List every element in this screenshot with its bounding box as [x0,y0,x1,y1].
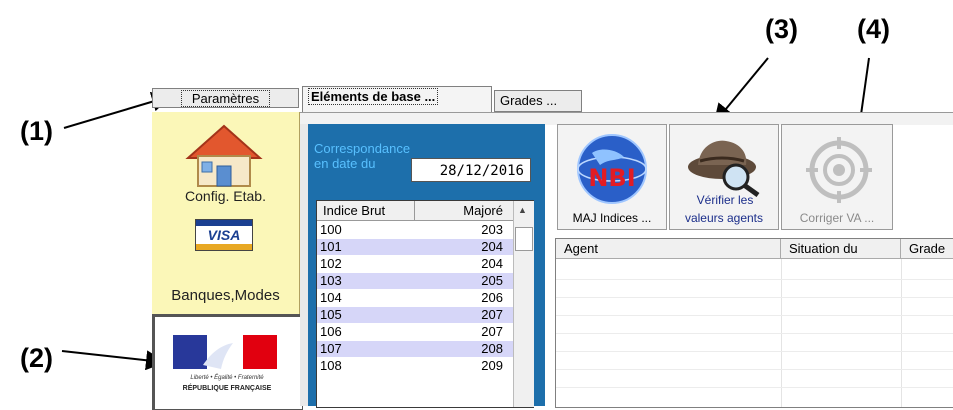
indice-brut-cell: 106 [320,324,342,339]
table-row[interactable]: 102 204 [317,256,513,272]
correspondance-label-2: en date du [314,156,376,171]
banques-modes-label: Banques,Modes [171,287,280,304]
verifier-valeurs-agents-button[interactable]: Vérifier les valeurs agents [669,124,779,230]
majore-cell: 207 [481,324,503,339]
rf-motto: Liberté • Égalité • Fraternité [190,375,264,381]
indice-brut-cell: 104 [320,290,342,305]
target-icon [806,137,872,203]
tab-grades-label: Grades ... [500,93,558,108]
grid-line [556,387,953,388]
tab-elements-de-base[interactable]: Eléments de base ... [302,86,492,112]
tab-elements-de-base-label: Eléments de base ... [308,88,439,105]
indice-brut-cell: 107 [320,341,342,356]
config-etab-button[interactable] [184,122,264,188]
visa-card-icon[interactable]: VISA [195,219,253,251]
col-majore[interactable]: Majoré [415,201,513,221]
maj-indices-label: MAJ Indices ... [572,211,652,225]
indice-brut-cell: 105 [320,307,342,322]
republique-francaise-button[interactable]: Liberté • Égalité • Fraternité RÉPUBLIQU… [152,314,303,410]
verifier-label-1: Vérifier les [696,193,754,207]
table-row[interactable]: 101 204 [317,239,513,255]
date-input[interactable]: 28/12/2016 [411,158,531,182]
settings-sidebar: Config. Etab. VISA Banques,Modes Liberté… [152,112,303,410]
table-row[interactable]: 106 207 [317,324,513,340]
rf-name: RÉPUBLIQUE FRANÇAISE [182,385,272,392]
grid-line [556,369,953,370]
majore-cell: 203 [481,222,503,237]
majore-cell: 207 [481,307,503,322]
tab-grades[interactable]: Grades ... [494,90,582,112]
majore-cell: 204 [481,239,503,254]
marianne-logo-icon [173,335,277,369]
col-agent[interactable]: Agent [556,239,781,259]
majore-cell: 208 [481,341,503,356]
globe-nbi-icon: NBI [577,134,647,204]
indice-brut-cell: 108 [320,358,342,373]
table-row[interactable]: 108 209 [317,358,513,374]
table-row[interactable]: 104 206 [317,290,513,306]
correspondance-label-1: Correspondance [314,141,411,156]
indices-table: Indice Brut Majoré ▲ 100 203 101 204 102 204 1… [316,200,534,408]
majore-cell: 209 [481,358,503,373]
grid-line [556,351,953,352]
panel-left-margin [300,124,308,406]
corriger-va-label: Corriger VA ... [799,211,875,225]
svg-text:NBI: NBI [588,164,635,192]
visa-label: VISA [207,227,241,243]
indice-brut-cell: 101 [320,239,342,254]
indices-scrollbar[interactable]: ▲ [513,201,534,407]
majore-cell: 205 [481,273,503,288]
indice-brut-cell: 102 [320,256,342,271]
col-indice-brut[interactable]: Indice Brut [317,201,415,221]
house-icon [185,124,263,187]
majore-cell: 206 [481,290,503,305]
scroll-thumb[interactable] [515,227,533,251]
majore-cell: 204 [481,256,503,271]
agents-table[interactable]: Agent Situation du Grade [555,238,953,408]
detective-hat-icon [688,140,760,197]
indice-brut-cell: 100 [320,222,342,237]
grid-line [556,279,953,280]
table-row[interactable]: 107 208 [317,341,513,357]
arrow-2 [61,350,166,371]
table-row[interactable]: 100 203 [317,222,513,238]
scroll-up-icon[interactable]: ▲ [518,205,527,215]
indice-brut-cell: 103 [320,273,342,288]
table-row[interactable]: 103 205 [317,273,513,289]
corriger-va-button[interactable]: Corriger VA ... [781,124,893,230]
col-grade[interactable]: Grade [901,239,953,259]
grid-line [556,297,953,298]
config-etab-label: Config. Etab. [185,188,266,204]
correspondance-label: Correspondance en date du [314,141,410,171]
tab-parametres[interactable]: Paramètres [152,88,299,108]
grid-line [556,315,953,316]
verifier-label-2: valeurs agents [684,211,764,225]
grid-line [556,333,953,334]
table-row[interactable]: 105 207 [317,307,513,323]
maj-indices-button[interactable]: NBI MAJ Indices ... [557,124,667,230]
col-situation-du[interactable]: Situation du [781,239,901,259]
tab-parametres-label: Paramètres [180,90,271,107]
